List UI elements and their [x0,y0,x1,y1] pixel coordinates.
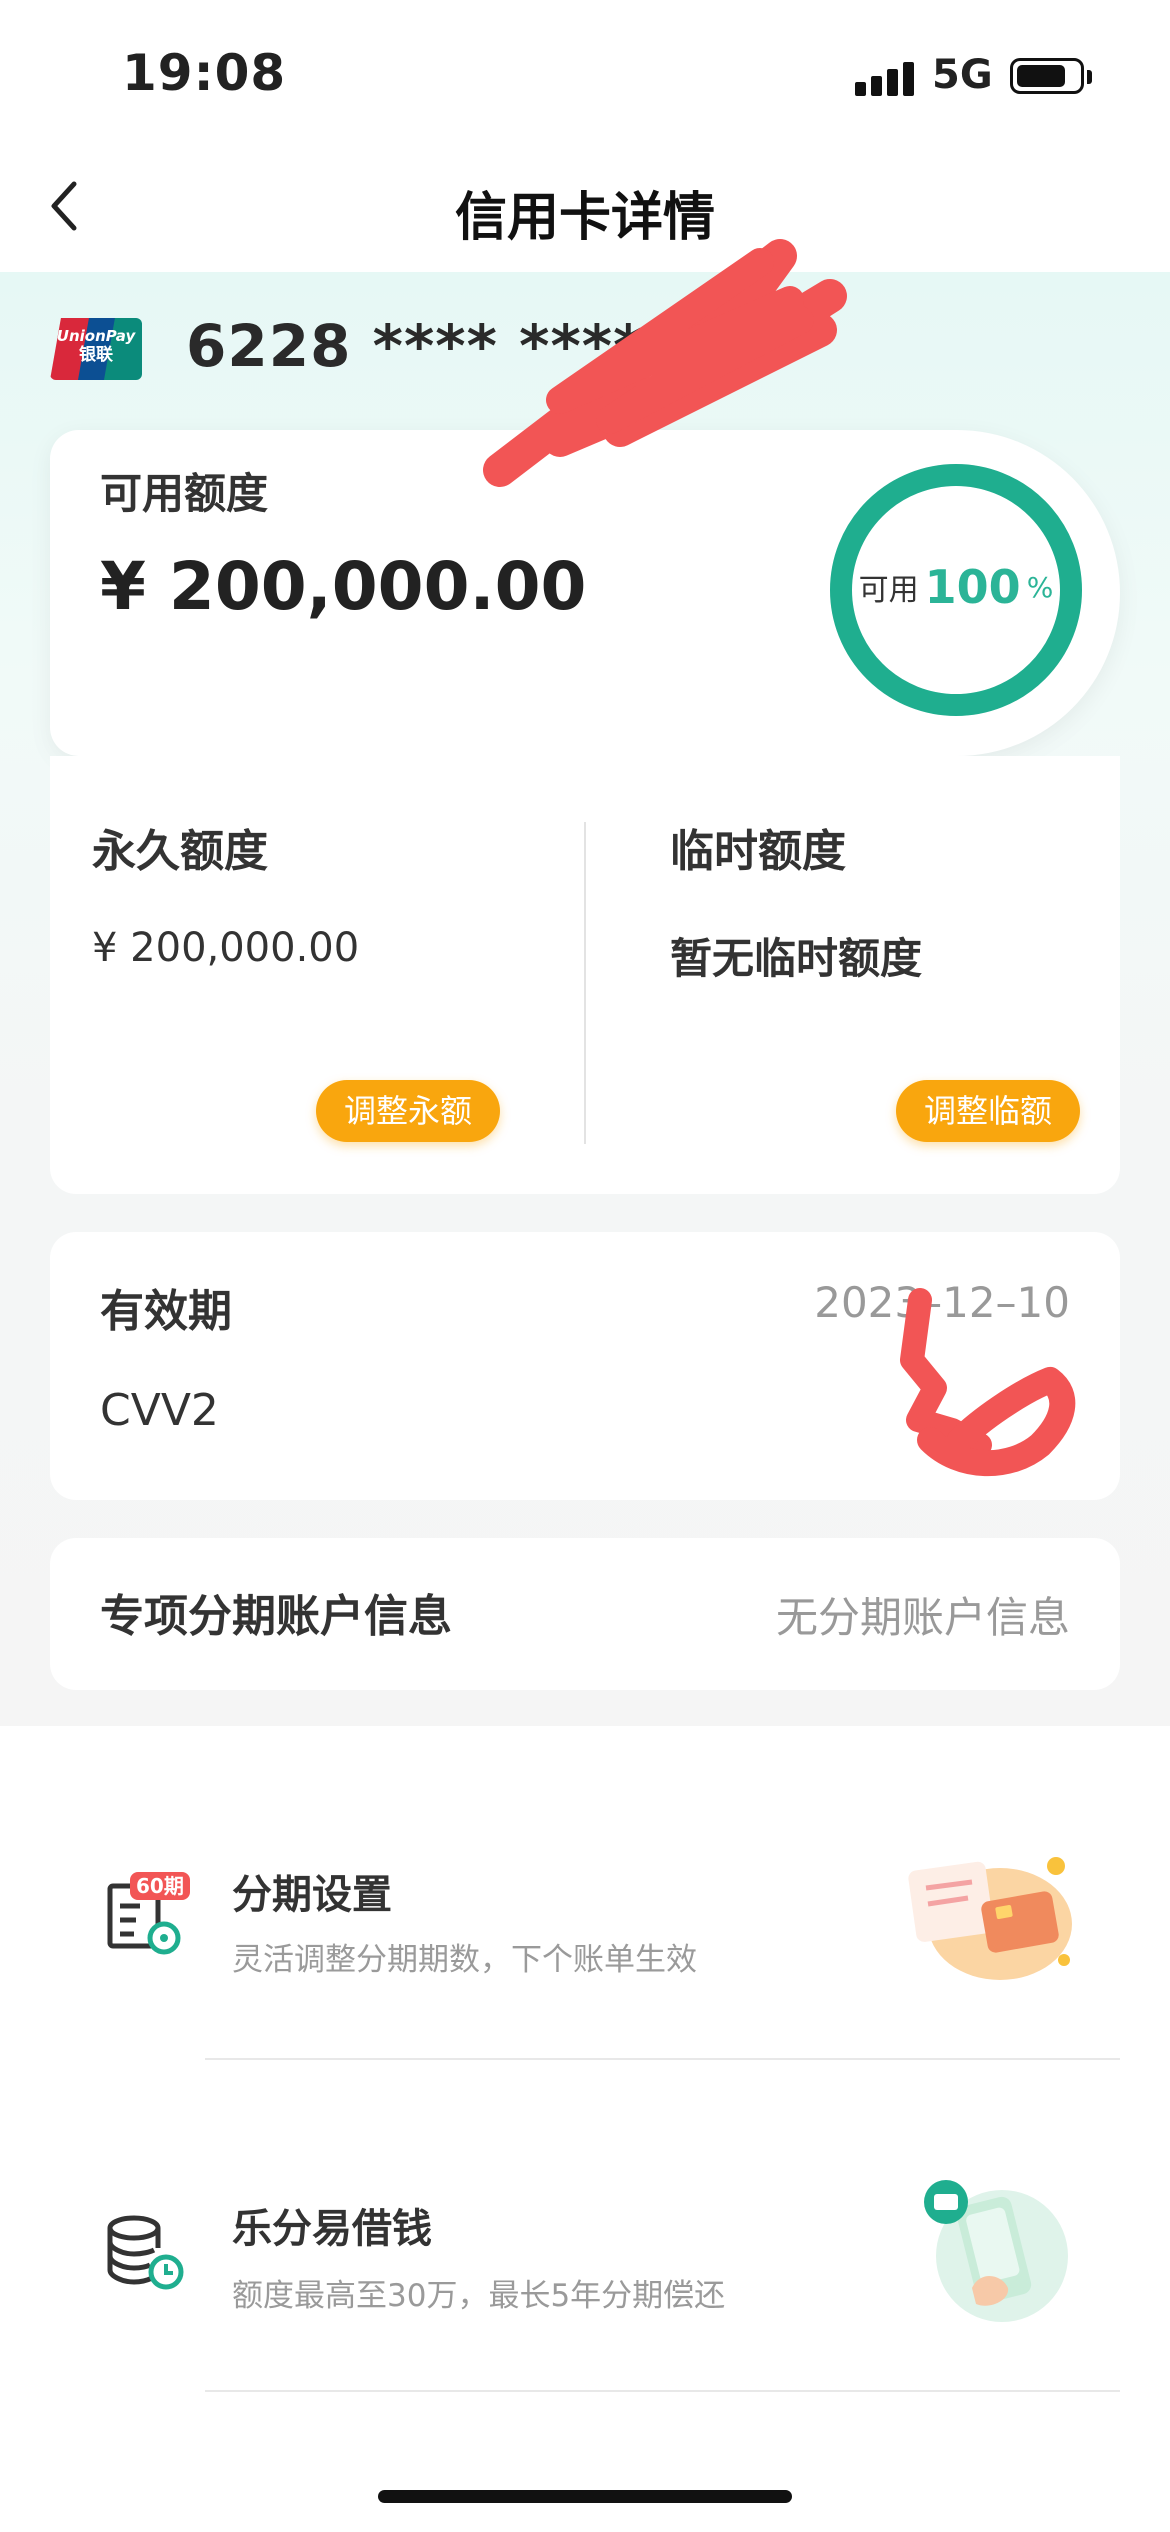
cvv-label: CVV2 [100,1385,219,1436]
expiry-value: 2023–12–10 [814,1278,1070,1327]
loan-illustration [924,2180,1068,2322]
loan-title: 乐分易借钱 [232,2206,432,2252]
usage-percent: 可用 100% [829,560,1083,614]
installment-badge: 60期 [130,1872,190,1900]
adjust-permanent-limit-button[interactable]: 调整永额 [316,1080,501,1142]
temporary-limit-value: 暂无临时额度 [670,934,923,983]
expiry-label: 有效期 [100,1286,232,1337]
cellular-signal-icon [855,60,915,96]
page-title: 信用卡详情 [454,188,715,248]
installment-settings-subtitle: 灵活调整分期期数，下个账单生效 [232,1942,697,1978]
available-limit-label: 可用额度 [100,469,269,518]
permanent-limit-value: ¥ 200,000.00 [92,925,360,971]
card-number: 6228 **** **** [186,312,645,380]
installment-settings-title: 分期设置 [232,1872,392,1918]
coins-clock-icon [107,2215,184,2290]
unionpay-logo: UnionPay 银联 [50,318,142,380]
adjust-temporary-limit-button[interactable]: 调整临额 [896,1080,1081,1142]
installment-account-value: 无分期账户信息 [775,1593,1070,1642]
status-time: 19:08 [122,44,287,102]
permanent-limit-label: 永久额度 [92,826,268,877]
temporary-limit-label: 临时额度 [670,826,846,877]
battery-icon [1010,58,1084,94]
available-limit-amount: ¥ 200,000.00 [100,548,587,625]
usage-percent-value: 100 [924,560,1021,614]
installment-account-label: 专项分期账户信息 [100,1591,452,1642]
loan-subtitle: 额度最高至30万，最长5年分期偿还 [232,2278,726,2314]
network-type: 5G [932,52,993,98]
list-separator [205,2058,1120,2060]
validity-card [50,1232,1120,1500]
battery-tip [1087,70,1092,84]
list-separator [205,2390,1120,2392]
home-indicator [378,2490,792,2503]
limits-divider [584,822,586,1144]
usage-prefix: 可用 [858,573,919,608]
installment-illustration [908,1857,1072,1980]
usage-percent-unit: % [1026,570,1054,604]
